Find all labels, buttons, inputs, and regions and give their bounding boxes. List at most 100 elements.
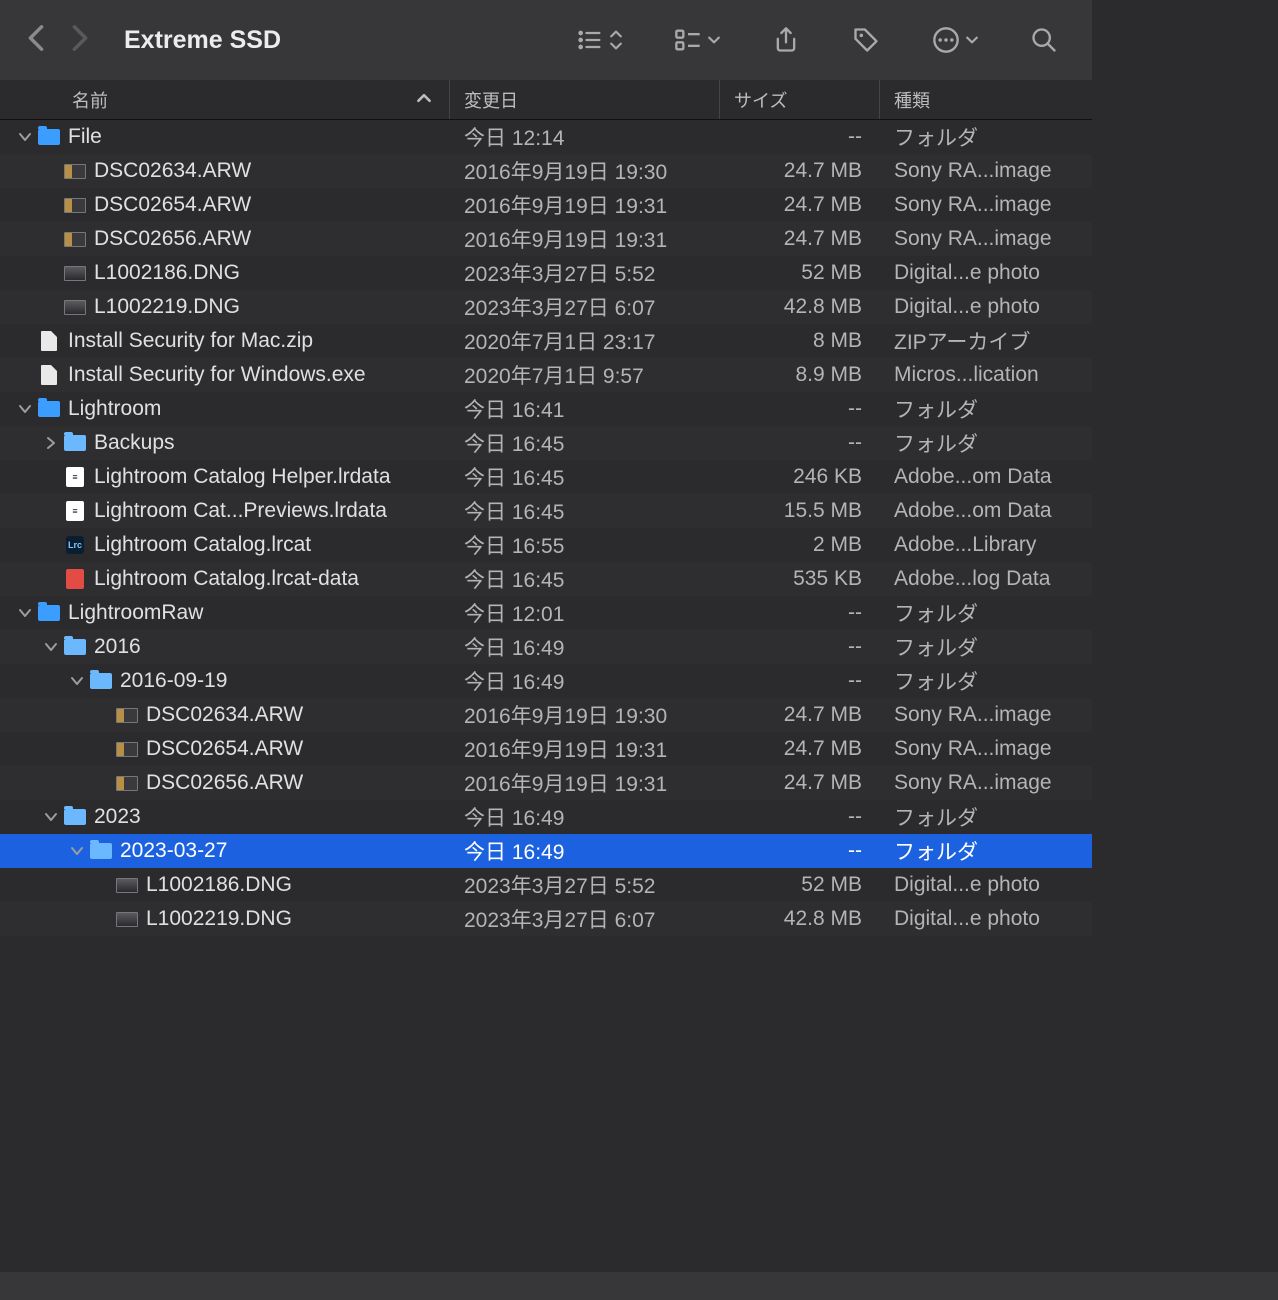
disclosure-down-icon[interactable] bbox=[18, 130, 32, 144]
file-name: DSC02654.ARW bbox=[94, 193, 251, 217]
file-name: DSC02634.ARW bbox=[146, 703, 303, 727]
file-row[interactable]: Lightroom Catalog.lrcat-data今日 16:45535 … bbox=[0, 562, 1092, 596]
file-row[interactable]: Backups今日 16:45--フォルダ bbox=[0, 426, 1092, 460]
file-size: 15.5 MB bbox=[720, 499, 880, 523]
file-row[interactable]: DSC02654.ARW2016年9月19日 19:3124.7 MBSony … bbox=[0, 732, 1092, 766]
group-button[interactable] bbox=[674, 26, 720, 54]
file-row[interactable]: L1002219.DNG2023年3月27日 6:0742.8 MBDigita… bbox=[0, 290, 1092, 324]
disclosure-down-icon[interactable] bbox=[70, 844, 84, 858]
file-kind: フォルダ bbox=[880, 394, 1092, 424]
status-bar bbox=[0, 1272, 1278, 1300]
action-menu-button[interactable] bbox=[932, 26, 978, 54]
column-date[interactable]: 変更日 bbox=[450, 80, 720, 119]
tag-button[interactable] bbox=[852, 26, 880, 54]
disclosure-down-icon[interactable] bbox=[70, 674, 84, 688]
file-row[interactable]: LrcLightroom Catalog.lrcat今日 16:552 MBAd… bbox=[0, 528, 1092, 562]
folder-icon bbox=[38, 398, 60, 420]
file-kind: Sony RA...image bbox=[880, 193, 1092, 217]
file-row[interactable]: DSC02634.ARW2016年9月19日 19:3024.7 MBSony … bbox=[0, 698, 1092, 732]
file-row[interactable]: LightroomRaw今日 12:01--フォルダ bbox=[0, 596, 1092, 630]
file-size: 24.7 MB bbox=[720, 703, 880, 727]
file-date: 今日 16:49 bbox=[450, 802, 720, 832]
folder-icon bbox=[90, 840, 112, 862]
file-size: 42.8 MB bbox=[720, 907, 880, 931]
file-name: DSC02656.ARW bbox=[94, 227, 251, 251]
file-row[interactable]: L1002219.DNG2023年3月27日 6:0742.8 MBDigita… bbox=[0, 902, 1092, 936]
file-row[interactable]: ≡Lightroom Catalog Helper.lrdata今日 16:45… bbox=[0, 460, 1092, 494]
file-size: 2 MB bbox=[720, 533, 880, 557]
file-name: Lightroom Catalog.lrcat-data bbox=[94, 567, 359, 591]
file-kind: Sony RA...image bbox=[880, 703, 1092, 727]
view-list-button[interactable] bbox=[576, 26, 622, 54]
file-row[interactable]: 2016-09-19今日 16:49--フォルダ bbox=[0, 664, 1092, 698]
sort-caret-icon bbox=[417, 91, 431, 105]
file-row[interactable]: 2016今日 16:49--フォルダ bbox=[0, 630, 1092, 664]
file-date: 今日 12:14 bbox=[450, 122, 720, 152]
file-date: 2016年9月19日 19:31 bbox=[450, 224, 720, 254]
file-row[interactable]: DSC02634.ARW2016年9月19日 19:3024.7 MBSony … bbox=[0, 154, 1092, 188]
file-date: 2023年3月27日 5:52 bbox=[450, 258, 720, 288]
file-row[interactable]: Lightroom今日 16:41--フォルダ bbox=[0, 392, 1092, 426]
file-size: 535 KB bbox=[720, 567, 880, 591]
file-kind: Adobe...log Data bbox=[880, 567, 1092, 591]
disclosure-down-icon[interactable] bbox=[44, 810, 58, 824]
column-name[interactable]: 名前 bbox=[0, 80, 450, 119]
file-row[interactable]: 2023今日 16:49--フォルダ bbox=[0, 800, 1092, 834]
file-kind: Adobe...om Data bbox=[880, 465, 1092, 489]
file-row[interactable]: L1002186.DNG2023年3月27日 5:5252 MBDigital.… bbox=[0, 868, 1092, 902]
file-name: DSC02656.ARW bbox=[146, 771, 303, 795]
file-size: 24.7 MB bbox=[720, 193, 880, 217]
column-size[interactable]: サイズ bbox=[720, 80, 880, 119]
file-row[interactable]: DSC02654.ARW2016年9月19日 19:3124.7 MBSony … bbox=[0, 188, 1092, 222]
raw-image-icon bbox=[64, 194, 86, 216]
forward-button[interactable] bbox=[70, 24, 90, 57]
file-kind: Sony RA...image bbox=[880, 771, 1092, 795]
lrcat-icon: Lrc bbox=[64, 534, 86, 556]
disclosure-down-icon[interactable] bbox=[18, 606, 32, 620]
column-kind[interactable]: 種類 bbox=[880, 80, 1092, 119]
file-date: 今日 16:49 bbox=[450, 632, 720, 662]
disclosure-right-icon[interactable] bbox=[44, 436, 58, 450]
file-name: DSC02654.ARW bbox=[146, 737, 303, 761]
document-icon bbox=[38, 364, 60, 386]
file-row[interactable]: DSC02656.ARW2016年9月19日 19:3124.7 MBSony … bbox=[0, 766, 1092, 800]
file-name: File bbox=[68, 125, 102, 149]
file-row[interactable]: Install Security for Mac.zip2020年7月1日 23… bbox=[0, 324, 1092, 358]
file-row[interactable]: File今日 12:14--フォルダ bbox=[0, 120, 1092, 154]
file-size: 24.7 MB bbox=[720, 227, 880, 251]
file-size: -- bbox=[720, 669, 880, 693]
file-kind: フォルダ bbox=[880, 802, 1092, 832]
disclosure-down-icon[interactable] bbox=[44, 640, 58, 654]
file-size: -- bbox=[720, 635, 880, 659]
file-row[interactable]: Install Security for Windows.exe2020年7月1… bbox=[0, 358, 1092, 392]
file-kind: フォルダ bbox=[880, 122, 1092, 152]
file-date: 2020年7月1日 9:57 bbox=[450, 360, 720, 390]
file-row[interactable]: 2023-03-27今日 16:49--フォルダ bbox=[0, 834, 1092, 868]
file-name: 2023-03-27 bbox=[120, 839, 227, 863]
file-kind: Micros...lication bbox=[880, 363, 1092, 387]
file-name: L1002219.DNG bbox=[146, 907, 292, 931]
file-list: File今日 12:14--フォルダDSC02634.ARW2016年9月19日… bbox=[0, 120, 1092, 936]
file-row[interactable]: ≡Lightroom Cat...Previews.lrdata今日 16:45… bbox=[0, 494, 1092, 528]
file-date: 今日 16:49 bbox=[450, 666, 720, 696]
column-header: 名前 変更日 サイズ 種類 bbox=[0, 80, 1092, 120]
file-name: L1002219.DNG bbox=[94, 295, 240, 319]
back-button[interactable] bbox=[26, 24, 46, 57]
document-icon bbox=[38, 330, 60, 352]
raw-image-icon bbox=[64, 228, 86, 250]
file-date: 2016年9月19日 19:31 bbox=[450, 734, 720, 764]
file-row[interactable]: L1002186.DNG2023年3月27日 5:5252 MBDigital.… bbox=[0, 256, 1092, 290]
image-icon bbox=[64, 262, 86, 284]
file-size: 24.7 MB bbox=[720, 771, 880, 795]
file-kind: フォルダ bbox=[880, 428, 1092, 458]
folder-icon bbox=[38, 126, 60, 148]
share-button[interactable] bbox=[772, 26, 800, 54]
folder-icon bbox=[38, 602, 60, 624]
file-kind: フォルダ bbox=[880, 632, 1092, 662]
folder-icon bbox=[64, 432, 86, 454]
file-row[interactable]: DSC02656.ARW2016年9月19日 19:3124.7 MBSony … bbox=[0, 222, 1092, 256]
disclosure-down-icon[interactable] bbox=[18, 402, 32, 416]
file-date: 今日 16:55 bbox=[450, 530, 720, 560]
file-date: 今日 12:01 bbox=[450, 598, 720, 628]
search-button[interactable] bbox=[1030, 26, 1058, 54]
